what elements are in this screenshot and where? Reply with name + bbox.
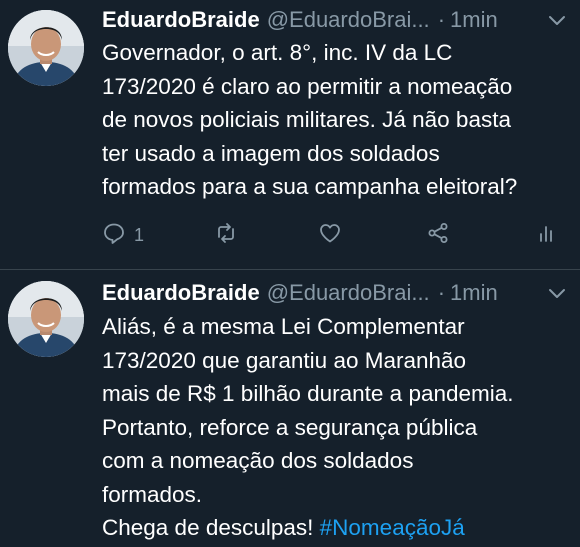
tweet-text-line: de novos policiais militares. Já não bas… bbox=[102, 107, 511, 132]
avatar[interactable] bbox=[8, 10, 84, 86]
retweet-button[interactable] bbox=[214, 218, 238, 252]
hashtag-link[interactable]: #NomeaçãoJá bbox=[320, 515, 465, 540]
tweet-header: EduardoBraide @EduardoBrai... · 1min bbox=[102, 5, 572, 35]
author-handle[interactable]: @EduardoBrai... bbox=[267, 7, 430, 33]
chevron-down-icon[interactable] bbox=[546, 282, 568, 304]
author-name[interactable]: EduardoBraide bbox=[102, 280, 260, 306]
tweet-header: EduardoBraide @EduardoBrai... · 1min bbox=[102, 278, 572, 308]
chevron-down-icon[interactable] bbox=[546, 9, 568, 31]
tweet-actions: 1 bbox=[100, 218, 570, 252]
tweet-text-line: 173/2020 é claro ao permitir a nomeação bbox=[102, 73, 513, 99]
tweet-text-line: ter usado a imagem dos soldados bbox=[102, 140, 440, 166]
timestamp[interactable]: 1min bbox=[450, 7, 498, 33]
author-name[interactable]: EduardoBraide bbox=[102, 7, 260, 33]
tweet-text-line: Governador, o art. 8°, inc. IV da LC bbox=[102, 40, 453, 65]
tweet[interactable]: EduardoBraide @EduardoBrai... · 1min Gov… bbox=[0, 0, 580, 270]
tweet[interactable]: EduardoBraide @EduardoBrai... · 1min Ali… bbox=[0, 270, 580, 547]
like-button[interactable] bbox=[318, 218, 342, 252]
tweet-text-line: Portanto, reforce a segurança pública bbox=[102, 414, 478, 440]
separator-dot: · bbox=[437, 7, 446, 32]
author-handle[interactable]: @EduardoBrai... bbox=[267, 280, 430, 306]
tweet-text-line: formados. bbox=[102, 481, 203, 507]
separator-dot: · bbox=[437, 280, 446, 305]
analytics-button[interactable] bbox=[534, 218, 558, 252]
avatar[interactable] bbox=[8, 281, 84, 357]
tweet-text-line: mais de R$ 1 bilhão durante a pandemia. bbox=[102, 381, 514, 406]
reply-count: 1 bbox=[134, 224, 145, 245]
tweet-text: Aliás, é a mesma Lei Complementar 173/20… bbox=[102, 310, 574, 545]
tweet-text-line: Chega de desculpas! #NomeaçãoJá bbox=[102, 511, 574, 545]
tweet-text-segment: Chega de desculpas! bbox=[102, 515, 320, 540]
retweet-icon bbox=[214, 221, 238, 250]
reply-button[interactable]: 1 bbox=[102, 218, 144, 252]
tweet-text-line: 173/2020 que garantiu ao Maranhão bbox=[102, 347, 467, 373]
tweet-text-line: Aliás, é a mesma Lei Complementar bbox=[102, 314, 465, 339]
like-icon bbox=[318, 221, 342, 250]
reply-icon bbox=[102, 221, 126, 250]
tweet-text: Governador, o art. 8°, inc. IV da LC 173… bbox=[102, 36, 574, 204]
tweet-text-line: com a nomeação dos soldados bbox=[102, 448, 414, 473]
share-icon bbox=[426, 221, 450, 250]
tweet-text-line: formados para a sua campanha eleitoral? bbox=[102, 174, 518, 199]
share-button[interactable] bbox=[426, 218, 450, 252]
analytics-icon bbox=[534, 221, 558, 250]
timestamp[interactable]: 1min bbox=[450, 280, 498, 306]
